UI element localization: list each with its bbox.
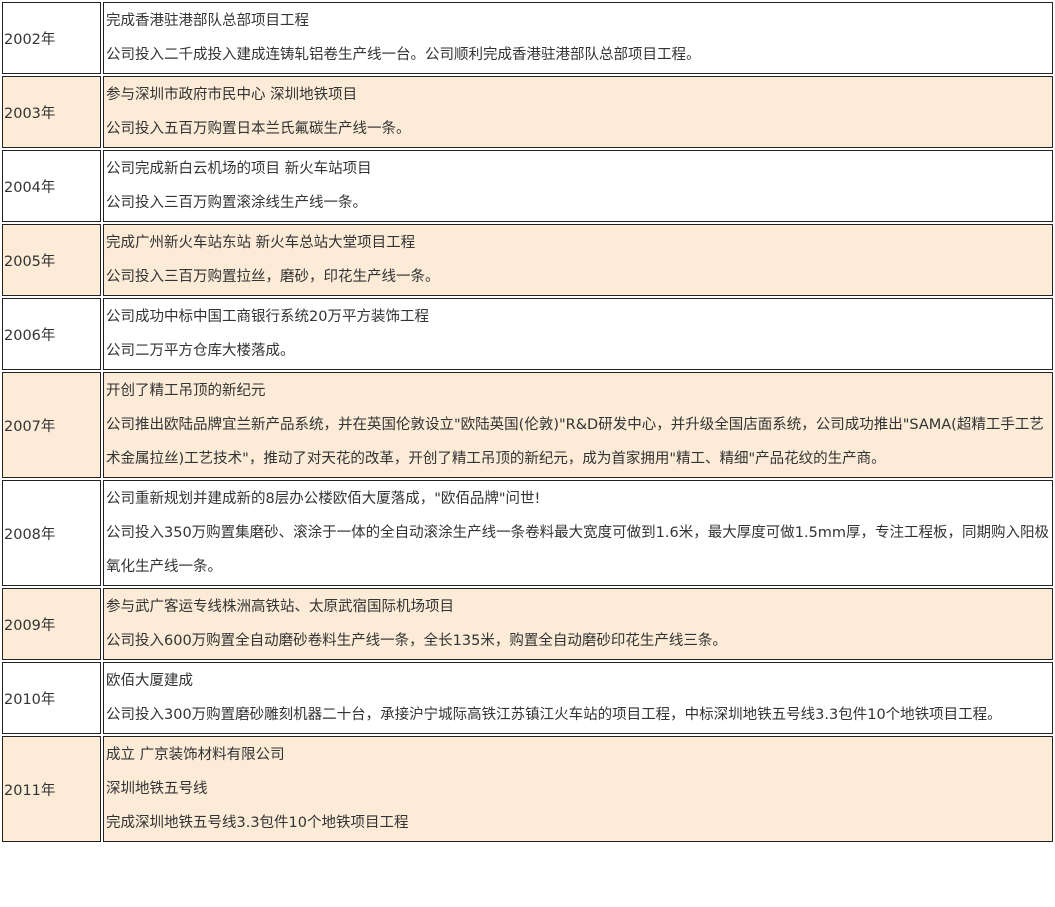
content-line: 参与深圳市政府市民中心 深圳地铁项目 [106,87,358,103]
content-line: 公司投入三百万购置滚涂线生产线一条。 [106,195,367,211]
table-row: 2011年 成立 广京装饰材料有限公司 深圳地铁五号线 完成深圳地铁五号线3.3… [2,736,1053,842]
content-line: 公司投入600万购置全自动磨砂卷料生产线一条，全长135米，购置全自动磨砂印花生… [106,633,727,649]
year-cell: 2003年 [2,76,101,148]
content-line: 公司重新规划并建成新的8层办公楼欧佰大厦落成，"欧佰品牌"问世! [106,491,541,507]
content-cell: 公司成功中标中国工商银行系统20万平方装饰工程 公司二万平方仓库大楼落成。 [103,298,1053,370]
table-row: 2003年 参与深圳市政府市民中心 深圳地铁项目 公司投入五百万购置日本兰氏氟碳… [2,76,1053,148]
year-cell: 2005年 [2,224,101,296]
content-cell: 参与深圳市政府市民中心 深圳地铁项目 公司投入五百万购置日本兰氏氟碳生产线一条。 [103,76,1053,148]
content-cell: 成立 广京装饰材料有限公司 深圳地铁五号线 完成深圳地铁五号线3.3包件10个地… [103,736,1053,842]
year-cell: 2007年 [2,372,101,478]
content-cell: 完成香港驻港部队总部项目工程 公司投入二千成投入建成连铸轧铝卷生产线一台。公司顺… [103,2,1053,74]
content-line: 公司成功中标中国工商银行系统20万平方装饰工程 [106,309,429,325]
content-cell: 开创了精工吊顶的新纪元 公司推出欧陆品牌宜兰新产品系统，并在英国伦敦设立"欧陆英… [103,372,1053,478]
content-line: 参与武广客运专线株洲高铁站、太原武宿国际机场项目 [106,599,454,615]
year-cell: 2002年 [2,2,101,74]
year-cell: 2010年 [2,662,101,734]
content-line: 公司完成新白云机场的项目 新火车站项目 [106,161,372,177]
table-row: 2010年 欧佰大厦建成 公司投入300万购置磨砂雕刻机器二十台，承接沪宁城际高… [2,662,1053,734]
content-line: 深圳地铁五号线 [106,781,208,797]
content-line: 开创了精工吊顶的新纪元 [106,383,266,399]
content-line: 公司投入三百万购置拉丝，磨砂，印花生产线一条。 [106,269,440,285]
year-cell: 2009年 [2,588,101,660]
content-line: 公司投入300万购置磨砂雕刻机器二十台，承接沪宁城际高铁江苏镇江火车站的项目工程… [106,707,1002,723]
content-line: 公司二万平方仓库大楼落成。 [106,343,295,359]
year-cell: 2011年 [2,736,101,842]
content-line: 完成香港驻港部队总部项目工程 [106,13,309,29]
year-cell: 2004年 [2,150,101,222]
year-cell: 2008年 [2,480,101,586]
content-line: 公司投入350万购置集磨砂、滚涂于一体的全自动滚涂生产线一条卷料最大宽度可做到1… [106,525,1050,575]
content-cell: 参与武广客运专线株洲高铁站、太原武宿国际机场项目 公司投入600万购置全自动磨砂… [103,588,1053,660]
timeline-body: 2002年 完成香港驻港部队总部项目工程 公司投入二千成投入建成连铸轧铝卷生产线… [2,2,1053,842]
table-row: 2004年 公司完成新白云机场的项目 新火车站项目 公司投入三百万购置滚涂线生产… [2,150,1053,222]
table-row: 2002年 完成香港驻港部队总部项目工程 公司投入二千成投入建成连铸轧铝卷生产线… [2,2,1053,74]
table-row: 2005年 完成广州新火车站东站 新火车总站大堂项目工程 公司投入三百万购置拉丝… [2,224,1053,296]
content-line: 公司投入二千成投入建成连铸轧铝卷生产线一台。公司顺利完成香港驻港部队总部项目工程… [106,47,701,63]
content-line: 成立 广京装饰材料有限公司 [106,747,285,763]
content-cell: 公司完成新白云机场的项目 新火车站项目 公司投入三百万购置滚涂线生产线一条。 [103,150,1053,222]
content-cell: 完成广州新火车站东站 新火车总站大堂项目工程 公司投入三百万购置拉丝，磨砂，印花… [103,224,1053,296]
year-cell: 2006年 [2,298,101,370]
table-row: 2008年 公司重新规划并建成新的8层办公楼欧佰大厦落成，"欧佰品牌"问世! 公… [2,480,1053,586]
content-line: 完成深圳地铁五号线3.3包件10个地铁项目工程 [106,815,409,831]
content-cell: 公司重新规划并建成新的8层办公楼欧佰大厦落成，"欧佰品牌"问世! 公司投入350… [103,480,1053,586]
content-line: 公司推出欧陆品牌宜兰新产品系统，并在英国伦敦设立"欧陆英国(伦敦)"R&D研发中… [106,417,1044,467]
table-row: 2007年 开创了精工吊顶的新纪元 公司推出欧陆品牌宜兰新产品系统，并在英国伦敦… [2,372,1053,478]
content-line: 欧佰大厦建成 [106,673,193,689]
timeline-table: 2002年 完成香港驻港部队总部项目工程 公司投入二千成投入建成连铸轧铝卷生产线… [0,0,1055,844]
table-row: 2009年 参与武广客运专线株洲高铁站、太原武宿国际机场项目 公司投入600万购… [2,588,1053,660]
table-row: 2006年 公司成功中标中国工商银行系统20万平方装饰工程 公司二万平方仓库大楼… [2,298,1053,370]
content-line: 公司投入五百万购置日本兰氏氟碳生产线一条。 [106,121,411,137]
content-line: 完成广州新火车站东站 新火车总站大堂项目工程 [106,235,416,251]
content-cell: 欧佰大厦建成 公司投入300万购置磨砂雕刻机器二十台，承接沪宁城际高铁江苏镇江火… [103,662,1053,734]
